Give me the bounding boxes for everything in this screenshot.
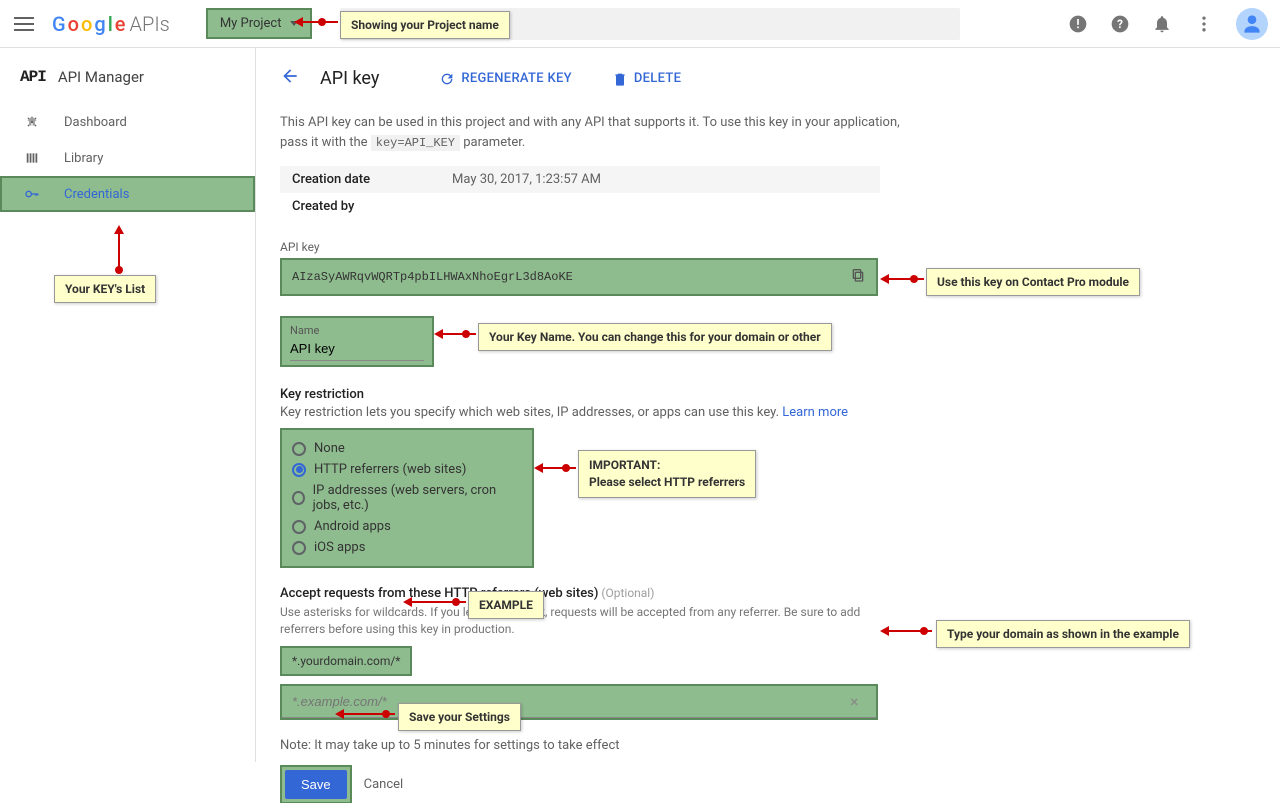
radio-http-referrers[interactable]: HTTP referrers (web sites)	[292, 459, 522, 480]
page-header: API key Regenerate Key Delete	[280, 66, 1256, 91]
api-key-display: AIzaSyAWRqvWQRTp4pbILHWAxNhoEgrL3d8AoKE	[280, 258, 878, 296]
regenerate-key-button[interactable]: Regenerate Key	[439, 71, 572, 87]
creation-date-value: May 30, 2017, 1:23:57 AM	[452, 172, 601, 187]
sidebar: API API Manager Dashboard Library Creden…	[0, 48, 256, 762]
user-avatar[interactable]	[1236, 8, 1268, 40]
key-restriction-heading: Key restriction	[280, 387, 1256, 402]
dashboard-icon	[24, 114, 40, 130]
sidebar-item-credentials[interactable]: Credentials	[0, 176, 255, 212]
more-vert-icon[interactable]	[1194, 14, 1214, 34]
learn-more-link[interactable]: Learn more	[782, 405, 848, 420]
api-key-value: AIzaSyAWRqvWQRTp4pbILHWAxNhoEgrL3d8AoKE	[292, 270, 573, 284]
creation-date-label: Creation date	[292, 172, 452, 187]
back-arrow-icon[interactable]	[280, 66, 300, 91]
annotation-important: IMPORTANT:Please select HTTP referrers	[578, 450, 756, 498]
api-icon: API	[20, 68, 46, 86]
sidebar-item-library[interactable]: Library	[0, 140, 255, 176]
key-icon	[24, 186, 40, 202]
sidebar-item-label: Dashboard	[64, 115, 127, 130]
page-title: API key	[320, 68, 379, 89]
annotation-save-settings: Save your Settings	[398, 703, 521, 731]
copy-icon[interactable]	[850, 267, 866, 287]
annotation-type-domain: Type your domain as shown in the example	[936, 620, 1190, 648]
delete-label: Delete	[634, 71, 681, 86]
main-content: API key Regenerate Key Delete This API k…	[256, 48, 1280, 762]
created-by-label: Created by	[292, 199, 452, 214]
save-button[interactable]: Save	[285, 770, 347, 799]
library-icon	[24, 150, 40, 166]
annotation-project-name: Showing your Project name	[340, 11, 510, 39]
restriction-radio-group: None HTTP referrers (web sites) IP addre…	[280, 428, 534, 568]
sidebar-item-dashboard[interactable]: Dashboard	[0, 104, 255, 140]
annotation-use-key: Use this key on Contact Pro module	[926, 268, 1140, 296]
topbar-right: ?	[1068, 8, 1268, 40]
key-restriction-description: Key restriction lets you specify which w…	[280, 405, 1256, 420]
sidebar-item-label: Library	[64, 151, 103, 166]
clear-icon[interactable]: ×	[850, 692, 859, 711]
api-key-label: API key	[280, 240, 1256, 254]
sidebar-item-label: Credentials	[64, 187, 129, 202]
radio-android-apps[interactable]: Android apps	[292, 516, 522, 537]
notifications-icon[interactable]	[1152, 14, 1172, 34]
radio-ios-apps[interactable]: iOS apps	[292, 537, 522, 558]
annotation-key-name: Your Key Name. You can change this for y…	[478, 323, 832, 351]
meta-table: Creation date May 30, 2017, 1:23:57 AM C…	[280, 166, 880, 220]
referrer-chip[interactable]: *.yourdomain.com/*	[280, 646, 412, 676]
description-text: This API key can be used in this project…	[280, 113, 900, 152]
accept-referrers-heading: Accept requests from these HTTP referrer…	[280, 586, 1256, 601]
apis-label: APIs	[130, 12, 170, 36]
radio-none[interactable]: None	[292, 438, 522, 459]
annotation-keys-list: Your KEY's List	[54, 275, 156, 303]
name-label: Name	[290, 324, 424, 337]
top-bar: Google APIs My Project ?	[0, 0, 1280, 48]
save-button-highlight: Save	[280, 765, 352, 803]
google-apis-logo: Google APIs	[52, 12, 170, 36]
menu-icon[interactable]	[12, 12, 36, 36]
accept-referrers-description: Use asterisks for wildcards. If you leav…	[280, 604, 880, 638]
annotation-example: EXAMPLE	[468, 591, 544, 619]
regenerate-label: Regenerate Key	[461, 71, 572, 86]
cancel-button[interactable]: Cancel	[364, 777, 404, 792]
help-icon[interactable]: ?	[1110, 14, 1130, 34]
svg-text:?: ?	[1117, 17, 1123, 31]
delete-button[interactable]: Delete	[612, 71, 681, 87]
settings-note: Note: It may take up to 5 minutes for se…	[280, 738, 1256, 753]
sidebar-title: API API Manager	[0, 56, 255, 104]
alert-icon[interactable]	[1068, 14, 1088, 34]
name-field-wrapper: Name	[280, 316, 434, 367]
project-name: My Project	[220, 16, 282, 31]
name-input[interactable]	[290, 337, 424, 361]
sidebar-title-label: API Manager	[58, 68, 144, 86]
radio-ip-addresses[interactable]: IP addresses (web servers, cron jobs, et…	[292, 480, 522, 516]
